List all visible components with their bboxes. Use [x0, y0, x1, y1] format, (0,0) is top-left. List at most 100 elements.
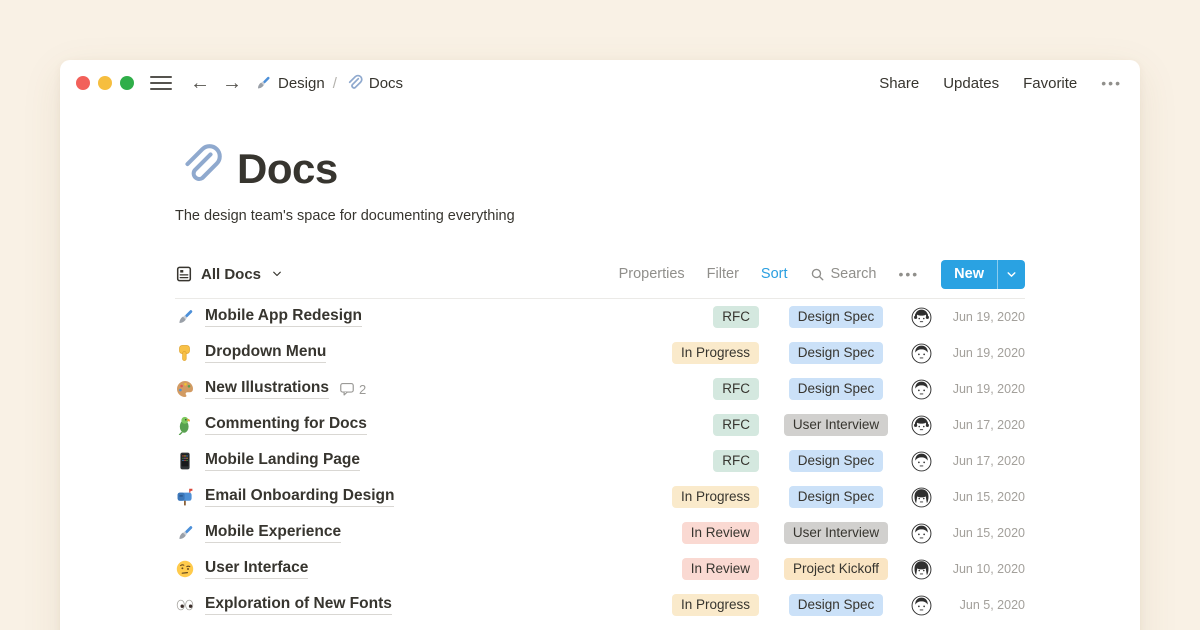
breadcrumb-item-docs[interactable]: Docs — [345, 74, 403, 92]
status-tag[interactable]: RFC — [713, 378, 759, 400]
status-cell[interactable]: In Review — [643, 558, 759, 580]
table-row[interactable]: Email Onboarding Design In Progress Desi… — [175, 479, 1025, 515]
type-cell[interactable]: User Interview — [771, 522, 901, 544]
menu-icon[interactable] — [150, 76, 172, 90]
status-tag[interactable]: RFC — [713, 414, 759, 436]
status-tag[interactable]: In Review — [682, 522, 759, 544]
type-tag[interactable]: Design Spec — [789, 486, 884, 508]
breadcrumb-separator: / — [333, 75, 337, 92]
search-button[interactable]: Search — [810, 266, 877, 282]
toolbar-link-properties[interactable]: Properties — [619, 266, 685, 282]
status-tag[interactable]: In Progress — [672, 342, 759, 364]
close-window-button[interactable] — [76, 76, 90, 90]
new-button-label: New — [941, 260, 997, 289]
type-tag[interactable]: Design Spec — [789, 594, 884, 616]
toolbar-link-filter[interactable]: Filter — [707, 266, 739, 282]
comment-bubble-icon — [404, 489, 420, 505]
type-cell[interactable]: Design Spec — [771, 342, 901, 364]
doc-title[interactable]: User Interface — [205, 559, 308, 579]
new-button[interactable]: New — [941, 260, 1025, 289]
window-header: ← → Design / Docs Share Updates Favorite… — [60, 60, 1140, 106]
comment-bubble-icon — [402, 597, 418, 613]
status-cell[interactable]: RFC — [643, 306, 759, 328]
status-cell[interactable]: In Progress — [643, 342, 759, 364]
comment-count[interactable] — [372, 309, 392, 325]
type-cell[interactable]: Design Spec — [771, 378, 901, 400]
comment-count[interactable] — [351, 525, 371, 541]
status-tag[interactable]: In Progress — [672, 594, 759, 616]
comment-count[interactable] — [336, 345, 356, 361]
zoom-window-button[interactable] — [120, 76, 134, 90]
forward-arrow-icon[interactable]: → — [222, 73, 242, 93]
new-button-dropdown[interactable] — [998, 260, 1025, 289]
comment-count[interactable]: 2 — [339, 381, 366, 397]
table-row[interactable]: New Illustrations 2 RFC Design Spec Jun … — [175, 371, 1025, 407]
comment-count[interactable] — [370, 453, 390, 469]
share-button[interactable]: Share — [879, 75, 919, 92]
table-row[interactable]: Mobile Experience In Review User Intervi… — [175, 515, 1025, 551]
view-switcher[interactable]: All Docs — [175, 265, 283, 283]
comment-count[interactable] — [318, 561, 338, 577]
status-cell[interactable]: In Progress — [643, 486, 759, 508]
table-row[interactable]: Mobile App Redesign RFC Design Spec Jun … — [175, 299, 1025, 335]
status-tag[interactable]: In Progress — [672, 486, 759, 508]
doc-title[interactable]: Mobile Experience — [205, 523, 341, 543]
status-cell[interactable]: In Progress — [643, 594, 759, 616]
type-cell[interactable]: Design Spec — [771, 306, 901, 328]
status-cell[interactable]: RFC — [643, 378, 759, 400]
type-cell[interactable]: User Interview — [771, 414, 901, 436]
page-subtitle[interactable]: The design team's space for documenting … — [175, 208, 1025, 224]
comment-count[interactable] — [377, 417, 397, 433]
table-row[interactable]: User Interface In Review Project Kickoff… — [175, 551, 1025, 587]
status-tag[interactable]: RFC — [713, 306, 759, 328]
avatar-man — [901, 595, 941, 616]
type-cell[interactable]: Design Spec — [771, 594, 901, 616]
type-cell[interactable]: Design Spec — [771, 450, 901, 472]
doc-title[interactable]: Mobile Landing Page — [205, 451, 360, 471]
status-cell[interactable]: RFC — [643, 450, 759, 472]
table-row[interactable]: Mobile Landing Page RFC Design Spec Jun … — [175, 443, 1025, 479]
type-tag[interactable]: Project Kickoff — [784, 558, 888, 580]
avatar-man — [901, 379, 941, 400]
back-arrow-icon[interactable]: ← — [190, 73, 210, 93]
doc-title[interactable]: Dropdown Menu — [205, 343, 326, 363]
status-tag[interactable]: RFC — [713, 450, 759, 472]
type-tag[interactable]: Design Spec — [789, 342, 884, 364]
mobile-phone-icon — [175, 451, 195, 471]
comment-count[interactable] — [402, 597, 422, 613]
favorite-button[interactable]: Favorite — [1023, 75, 1077, 92]
type-cell[interactable]: Design Spec — [771, 486, 901, 508]
more-options-icon[interactable]: ••• — [1101, 75, 1122, 91]
type-tag[interactable]: Design Spec — [789, 306, 884, 328]
paperclip-icon[interactable] — [175, 140, 223, 192]
page-title-block: Docs — [175, 140, 1025, 192]
toolbar-more-icon[interactable]: ••• — [898, 266, 919, 282]
status-cell[interactable]: RFC — [643, 414, 759, 436]
doc-title[interactable]: Email Onboarding Design — [205, 487, 394, 507]
doc-title[interactable]: New Illustrations — [205, 379, 329, 399]
doc-title[interactable]: Commenting for Docs — [205, 415, 367, 435]
updates-button[interactable]: Updates — [943, 75, 999, 92]
doc-title[interactable]: Mobile App Redesign — [205, 307, 362, 327]
doc-title[interactable]: Exploration of New Fonts — [205, 595, 392, 615]
status-tag[interactable]: In Review — [682, 558, 759, 580]
comment-bubble-icon — [318, 561, 334, 577]
type-tag[interactable]: User Interview — [784, 522, 888, 544]
table-row[interactable]: Exploration of New Fonts In Progress Des… — [175, 587, 1025, 623]
type-cell[interactable]: Project Kickoff — [771, 558, 901, 580]
toolbar-link-sort[interactable]: Sort — [761, 266, 788, 282]
status-cell[interactable]: In Review — [643, 522, 759, 544]
comment-count[interactable] — [404, 489, 424, 505]
type-tag[interactable]: Design Spec — [789, 450, 884, 472]
view-toolbar: All Docs Properties Filter Sort Search •••… — [175, 256, 1025, 292]
search-icon — [810, 267, 825, 282]
breadcrumb-item-design[interactable]: Design — [254, 74, 325, 92]
minimize-window-button[interactable] — [98, 76, 112, 90]
page-title[interactable]: Docs — [237, 146, 338, 192]
table-row[interactable]: Dropdown Menu In Progress Design Spec Ju… — [175, 335, 1025, 371]
comment-bubble-icon — [351, 525, 367, 541]
docs-table: Mobile App Redesign RFC Design Spec Jun … — [175, 299, 1025, 623]
type-tag[interactable]: User Interview — [784, 414, 888, 436]
type-tag[interactable]: Design Spec — [789, 378, 884, 400]
table-row[interactable]: Commenting for Docs RFC User Interview J… — [175, 407, 1025, 443]
